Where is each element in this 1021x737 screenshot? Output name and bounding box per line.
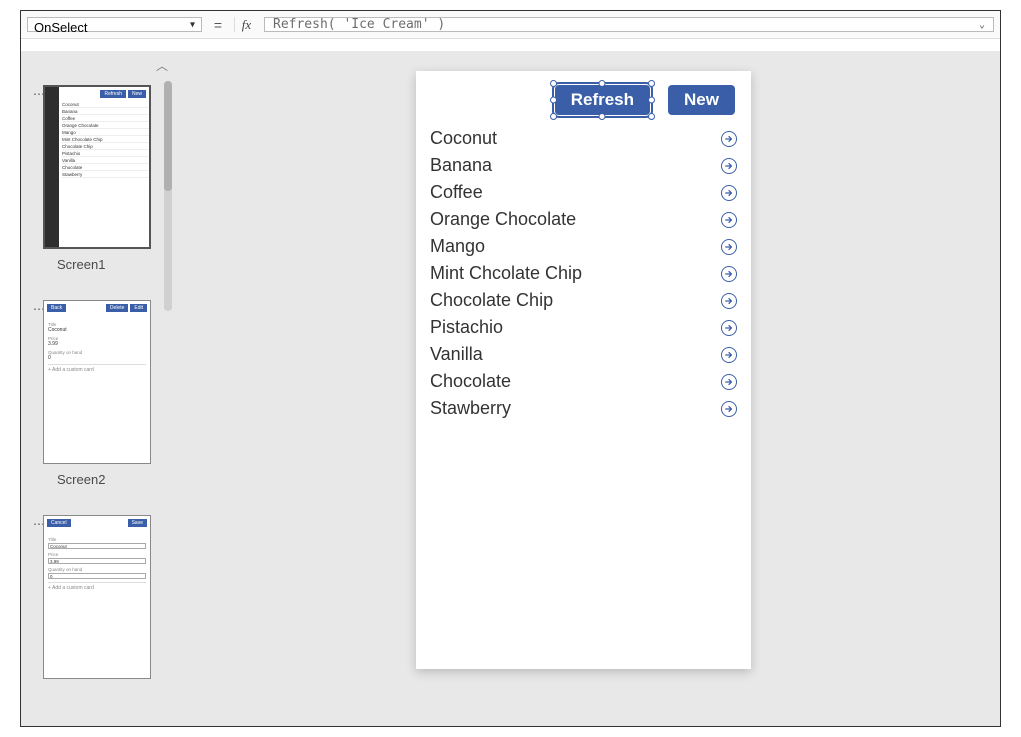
scrollbar-thumb[interactable] [164, 81, 172, 191]
selection-handle[interactable] [648, 97, 655, 104]
canvas-area: Refresh New CoconutBananaCoffeeOra [176, 51, 1000, 726]
property-dropdown[interactable]: OnSelect ▾ [27, 17, 202, 32]
canvas-topbar: Refresh New [416, 71, 751, 125]
formula-bar: OnSelect ▾ = fx Refresh( 'Ice Cream' ) ⌄ [21, 11, 1000, 39]
list-item[interactable]: Coconut [430, 125, 737, 152]
selection-handle[interactable] [599, 80, 606, 87]
list-item-label: Stawberry [430, 398, 511, 419]
thumb-list-item: Chocolate Chip [62, 143, 149, 150]
screen3-thumbnail[interactable]: Cancel Save Title Coconut Price 3.99 Qua… [43, 515, 151, 679]
equals-label: = [208, 17, 228, 32]
list-item[interactable]: Stawberry [430, 395, 737, 422]
selection-handle[interactable] [599, 113, 606, 120]
selection-handle[interactable] [550, 97, 557, 104]
list-item-label: Vanilla [430, 344, 483, 365]
list-item[interactable]: Banana [430, 152, 737, 179]
thumb-list-item: Banana [62, 108, 149, 115]
list-item-label: Chocolate [430, 371, 511, 392]
thumb-list-item: Mint Chocolate Chip [62, 136, 149, 143]
selection-handle[interactable] [550, 80, 557, 87]
refresh-button-label: Refresh [571, 90, 634, 109]
arrow-right-icon[interactable] [721, 347, 737, 363]
list-item-label: Chocolate Chip [430, 290, 553, 311]
app-canvas[interactable]: Refresh New CoconutBananaCoffeeOra [416, 71, 751, 669]
list-item[interactable]: Mango [430, 233, 737, 260]
list-item-label: Orange Chocolate [430, 209, 576, 230]
formula-input[interactable]: Refresh( 'Ice Cream' ) ⌄ [264, 17, 994, 32]
screen2-thumbnail[interactable]: Back Delete Edit Title Coconut Price 3.9… [43, 300, 151, 464]
arrow-right-icon[interactable] [721, 266, 737, 282]
thumb-list-item: Mango [62, 129, 149, 136]
arrow-right-icon[interactable] [721, 212, 737, 228]
list-item-label: Coffee [430, 182, 483, 203]
thumb-list-item: Coconut [62, 101, 149, 108]
screen1-label[interactable]: Screen1 [33, 249, 164, 290]
thumb-list-item: Orange Chocolate [62, 122, 149, 129]
chevron-down-icon[interactable]: ⌄ [979, 19, 985, 30]
thumb-list-item: Vanilla [62, 157, 149, 164]
list-item[interactable]: Vanilla [430, 341, 737, 368]
thumb-list-item: Coffee [62, 115, 149, 122]
selection-handle[interactable] [648, 80, 655, 87]
more-icon[interactable]: ⋯ [33, 515, 43, 531]
screen2-thumbnail-card: ⋯ Back Delete Edit Title Coconut [33, 300, 164, 505]
formula-text: Refresh( 'Ice Cream' ) [273, 17, 445, 32]
list-item[interactable]: Mint Chcolate Chip [430, 260, 737, 287]
thumb-list-item: Chocolate [62, 164, 149, 171]
main-area: ︿ ⋯ Refresh New CoconutBananaCoffeeOrang… [21, 51, 1000, 726]
selection-handle[interactable] [550, 113, 557, 120]
more-icon[interactable]: ⋯ [33, 85, 43, 101]
thumb-back-button: Back [47, 304, 66, 312]
new-button[interactable]: New [668, 85, 735, 115]
scroll-up-icon[interactable]: ︿ [156, 57, 168, 74]
tree-view-panel: ︿ ⋯ Refresh New CoconutBananaCoffeeOrang… [21, 51, 176, 726]
list-item-label: Pistachio [430, 317, 503, 338]
thumb-save-button: Save [128, 519, 147, 527]
thumb-refresh-button: Refresh [100, 90, 126, 98]
thumb-edit-button: Edit [130, 304, 147, 312]
arrow-right-icon[interactable] [721, 293, 737, 309]
more-icon[interactable]: ⋯ [33, 300, 43, 316]
list-item[interactable]: Chocolate [430, 368, 737, 395]
app-frame: OnSelect ▾ = fx Refresh( 'Ice Cream' ) ⌄… [20, 10, 1001, 727]
list-item[interactable]: Coffee [430, 179, 737, 206]
screen3-thumbnail-card: ⋯ Cancel Save Title Coconut Price 3.99 Q… [33, 515, 164, 679]
list-item[interactable]: Chocolate Chip [430, 287, 737, 314]
arrow-right-icon[interactable] [721, 131, 737, 147]
thumb-list-item: Pistachio [62, 150, 149, 157]
arrow-right-icon[interactable] [721, 158, 737, 174]
thumb-delete-button: Delete [106, 304, 128, 312]
fx-label: fx [234, 17, 258, 32]
thumb-new-button: New [128, 90, 146, 98]
property-dropdown-value: OnSelect [34, 20, 87, 35]
arrow-right-icon[interactable] [721, 374, 737, 390]
refresh-button[interactable]: Refresh [555, 85, 650, 115]
thumb-list-item: Stawberry [62, 171, 149, 178]
screen1-thumbnail-card: ⋯ Refresh New CoconutBananaCoffeeOrange … [33, 85, 164, 290]
arrow-right-icon[interactable] [721, 185, 737, 201]
gallery-list: Coconut Banana Coffee Orange Chocolate Mango… [416, 125, 751, 422]
list-item-label: Coconut [430, 128, 497, 149]
list-item-label: Banana [430, 155, 492, 176]
list-item[interactable]: Pistachio [430, 314, 737, 341]
arrow-right-icon[interactable] [721, 239, 737, 255]
list-item[interactable]: Orange Chocolate [430, 206, 737, 233]
new-button-label: New [684, 90, 719, 109]
screen1-thumbnail[interactable]: Refresh New CoconutBananaCoffeeOrange Ch… [43, 85, 151, 249]
list-item-label: Mint Chcolate Chip [430, 263, 582, 284]
arrow-right-icon[interactable] [721, 320, 737, 336]
thumb-cancel-button: Cancel [47, 519, 71, 527]
screen2-label[interactable]: Screen2 [33, 464, 164, 505]
selection-handle[interactable] [648, 113, 655, 120]
chevron-down-icon: ▾ [190, 19, 195, 30]
list-item-label: Mango [430, 236, 485, 257]
scrollbar-track[interactable] [164, 81, 172, 311]
arrow-right-icon[interactable] [721, 401, 737, 417]
